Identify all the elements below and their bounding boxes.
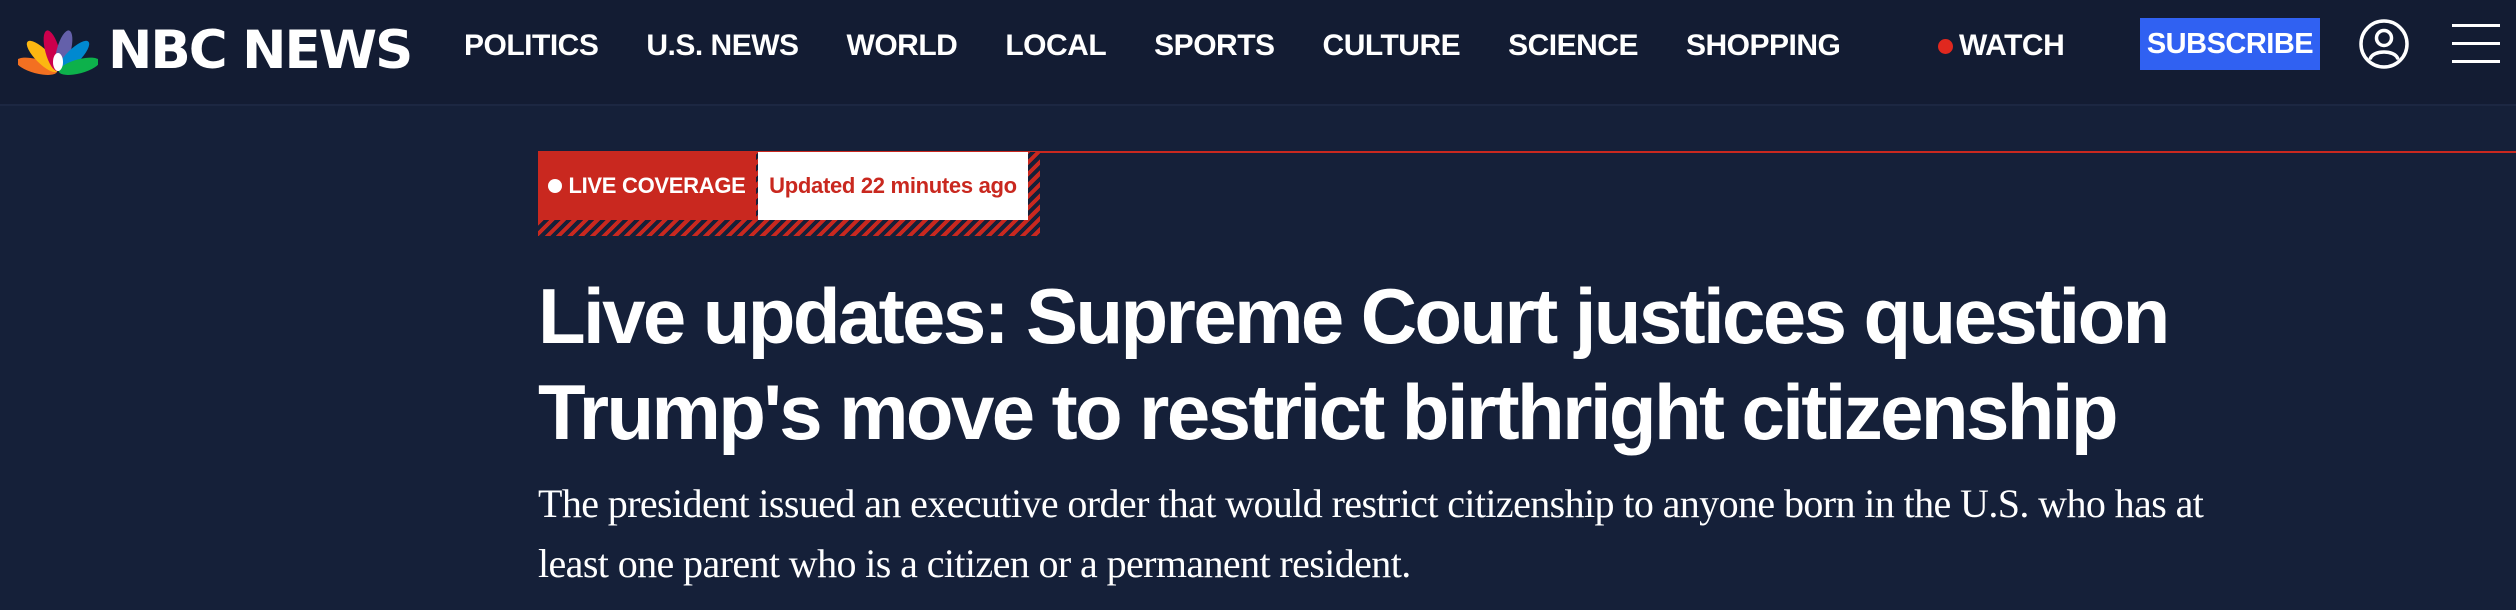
peacock-logo-icon [18,30,98,75]
logo-wordmark: NBC NEWS [108,20,413,81]
live-dot-icon [548,179,563,193]
nbc-news-logo[interactable]: NBC NEWS [18,16,413,86]
live-label-text: LIVE COVERAGE [568,173,746,198]
live-coverage-badge: LIVE COVERAGE Updated 22 minutes ago [538,152,1040,236]
updated-timestamp: Updated 22 minutes ago [758,152,1028,220]
nav-item-local[interactable]: LOCAL [1005,29,1106,63]
headline-line: Live updates: Supreme Court justices que… [538,272,2170,360]
main-nav: POLITICS U.S. NEWS WORLD LOCAL SPORTS CU… [464,0,1888,92]
watch-link[interactable]: WATCH [1938,0,2065,92]
nav-item-world[interactable]: WORLD [847,29,958,63]
live-dot-icon [1938,38,1953,54]
live-label: LIVE COVERAGE [538,152,756,220]
user-account-icon[interactable] [2358,18,2410,70]
nav-item-science[interactable]: SCIENCE [1508,29,1638,63]
nav-item-culture[interactable]: CULTURE [1323,29,1461,63]
nav-item-shopping[interactable]: SHOPPING [1686,29,1841,63]
site-header: NBC NEWS POLITICS U.S. NEWS WORLD LOCAL … [0,0,2516,106]
article-headline: Live updates: Supreme Court justices que… [538,268,2238,460]
subscribe-button[interactable]: SUBSCRIBE [2140,18,2320,70]
hamburger-menu-icon[interactable] [2450,18,2502,70]
nav-item-politics[interactable]: POLITICS [464,29,599,63]
watch-label: WATCH [1959,29,2065,62]
headline-line: Trump's move to restrict birthright citi… [538,368,2119,456]
article-dek: The president issued an executive order … [538,481,2204,586]
nav-item-sports[interactable]: SPORTS [1154,29,1275,63]
nav-item-us-news[interactable]: U.S. NEWS [646,29,799,63]
